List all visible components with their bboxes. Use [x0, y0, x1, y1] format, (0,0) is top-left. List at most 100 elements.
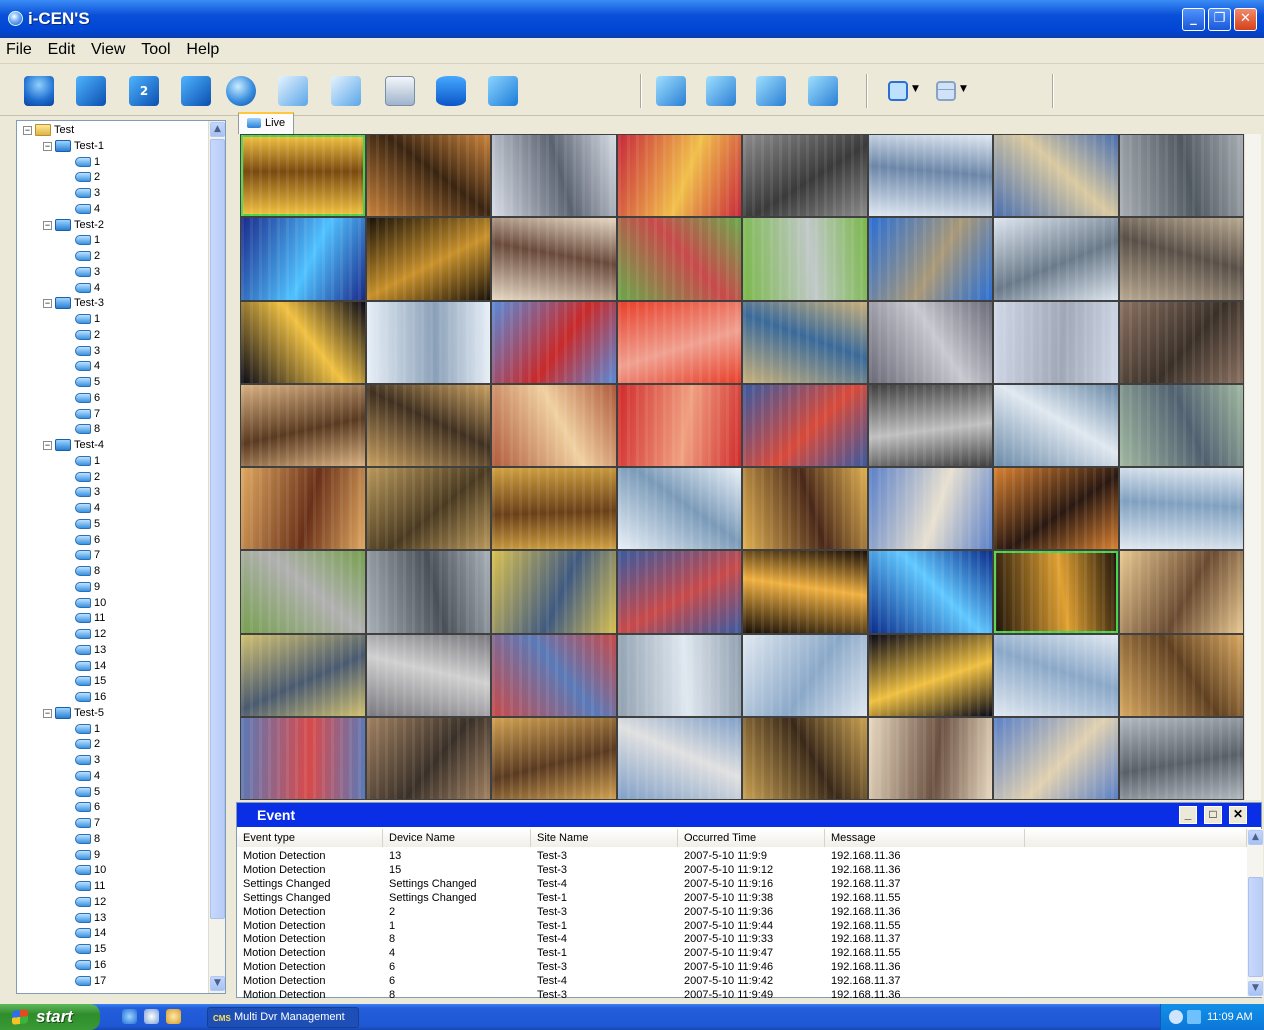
tree-node-camera[interactable]: 2	[75, 249, 100, 264]
camera-feed[interactable]	[743, 301, 867, 383]
camera-feed[interactable]	[743, 135, 867, 217]
camera-feed[interactable]	[1119, 468, 1243, 550]
tree-node-camera[interactable]: 3	[75, 753, 100, 768]
tree-node-camera[interactable]: 3	[75, 265, 100, 280]
tree-node-camera[interactable]: 13	[75, 911, 106, 926]
camera-feed[interactable]	[366, 384, 490, 466]
camera-feed[interactable]	[366, 634, 490, 716]
camera-feed[interactable]	[868, 468, 992, 550]
media-icon[interactable]	[166, 1009, 181, 1024]
tree-node-camera[interactable]: 7	[75, 548, 100, 563]
tree-node-camera[interactable]: 16	[75, 690, 106, 705]
camera-feed[interactable]	[617, 551, 741, 633]
layout-1-icon[interactable]	[656, 76, 686, 106]
camera-feed[interactable]	[1119, 218, 1243, 300]
camera-feed[interactable]	[743, 468, 867, 550]
camera-feed[interactable]	[868, 717, 992, 799]
tree-node-camera[interactable]: 14	[75, 659, 106, 674]
camera-feed[interactable]	[241, 135, 365, 217]
tray-expand-icon[interactable]	[1169, 1010, 1183, 1024]
camera-feed[interactable]	[1119, 551, 1243, 633]
tree-node-camera[interactable]: 6	[75, 391, 100, 406]
event-row[interactable]: Motion Detection 8 Test-4 2007-5-10 11:9:33…	[237, 932, 1247, 946]
layout-2-icon[interactable]	[706, 76, 736, 106]
globe-network-icon[interactable]	[226, 76, 256, 106]
tree-node-camera[interactable]: 2	[75, 470, 100, 485]
tree-scrollbar[interactable]: ▲ ▼	[208, 121, 225, 993]
camera-feed[interactable]	[492, 301, 616, 383]
tree-node-camera[interactable]: 5	[75, 517, 100, 532]
camera-feed[interactable]	[1119, 634, 1243, 716]
camera-feed[interactable]	[492, 384, 616, 466]
collapse-toggle-icon[interactable]: −	[43, 298, 52, 308]
scroll-thumb[interactable]	[1248, 877, 1263, 977]
desktop-icon[interactable]	[144, 1009, 159, 1024]
camera-feed[interactable]	[994, 384, 1118, 466]
camera-feed[interactable]	[1119, 717, 1243, 799]
tree-node-dvr[interactable]: − Test-3	[43, 296, 104, 311]
camera-feed[interactable]	[241, 218, 365, 300]
tree-node-camera[interactable]: 8	[75, 422, 100, 437]
camera-feed[interactable]	[492, 634, 616, 716]
minimize-button[interactable]: _	[1182, 8, 1205, 31]
camera-feed[interactable]	[492, 717, 616, 799]
menu-edit[interactable]: Edit	[42, 38, 82, 59]
network-icon[interactable]	[1187, 1010, 1201, 1024]
column-occurred-time[interactable]: Occurred Time	[678, 829, 825, 847]
tree-node-dvr[interactable]: − Test-2	[43, 218, 104, 233]
tree-node-camera[interactable]: 6	[75, 800, 100, 815]
camera-feed[interactable]	[241, 468, 365, 550]
tree-node-camera[interactable]: 9	[75, 580, 100, 595]
tree-node-camera[interactable]: 9	[75, 848, 100, 863]
monitor-settings-icon[interactable]	[488, 76, 518, 106]
camera-feed[interactable]	[366, 135, 490, 217]
camera-feed[interactable]	[366, 218, 490, 300]
camera-feed[interactable]	[241, 384, 365, 466]
collapse-toggle-icon[interactable]: −	[43, 708, 52, 718]
menu-view[interactable]: View	[85, 38, 131, 59]
camera-feed[interactable]	[868, 135, 992, 217]
tree-node-camera[interactable]: 10	[75, 863, 106, 878]
camera-feed[interactable]	[617, 135, 741, 217]
scroll-thumb[interactable]	[210, 139, 225, 919]
tree-node-camera[interactable]: 1	[75, 155, 100, 170]
event-row[interactable]: Motion Detection 6 Test-4 2007-5-10 11:9:42…	[237, 974, 1247, 988]
start-button[interactable]: start	[0, 1004, 100, 1030]
camera-feed[interactable]	[366, 551, 490, 633]
camera-feed[interactable]	[241, 551, 365, 633]
camera-feed[interactable]	[868, 551, 992, 633]
camera-feed[interactable]	[743, 717, 867, 799]
event-row[interactable]: Motion Detection 1 Test-1 2007-5-10 11:9:44…	[237, 919, 1247, 933]
close-button[interactable]: ✕	[1229, 806, 1247, 824]
tree-node-camera[interactable]: 15	[75, 674, 106, 689]
camera-feed[interactable]	[868, 218, 992, 300]
ie-icon[interactable]	[122, 1009, 137, 1024]
camera-feed[interactable]	[868, 634, 992, 716]
tree-node-camera[interactable]: 14	[75, 926, 106, 941]
camera-feed[interactable]	[366, 717, 490, 799]
column-event-type[interactable]: Event type	[237, 829, 383, 847]
event-scrollbar[interactable]: ▲ ▼	[1247, 829, 1263, 997]
camera-feed[interactable]	[617, 634, 741, 716]
tree-node-camera[interactable]: 8	[75, 832, 100, 847]
camera-feed[interactable]	[1119, 135, 1243, 217]
camera-feed[interactable]	[868, 384, 992, 466]
menu-help[interactable]: Help	[180, 38, 225, 59]
users-icon[interactable]	[24, 76, 54, 106]
tree-node-camera[interactable]: 5	[75, 375, 100, 390]
scroll-down-button[interactable]: ▼	[1248, 981, 1263, 996]
quad-view-icon[interactable]	[936, 81, 956, 101]
tree-node-camera[interactable]: 4	[75, 281, 100, 296]
camera-feed[interactable]	[994, 468, 1118, 550]
camera-feed[interactable]	[743, 634, 867, 716]
tree-node-camera[interactable]: 7	[75, 407, 100, 422]
event-row[interactable]: Motion Detection 2 Test-3 2007-5-10 11:9:36…	[237, 905, 1247, 919]
camera-feed[interactable]	[492, 468, 616, 550]
column-site-name[interactable]: Site Name	[531, 829, 678, 847]
tree-node-dvr[interactable]: − Test-1	[43, 139, 104, 154]
tree-node-camera[interactable]: 17	[75, 974, 106, 989]
tree-node-camera[interactable]: 11	[75, 879, 105, 894]
tree-node-camera[interactable]: 3	[75, 186, 100, 201]
event-row[interactable]: Motion Detection 15 Test-3 2007-5-10 11:9:1…	[237, 863, 1247, 877]
tree-node-camera[interactable]: 12	[75, 895, 106, 910]
